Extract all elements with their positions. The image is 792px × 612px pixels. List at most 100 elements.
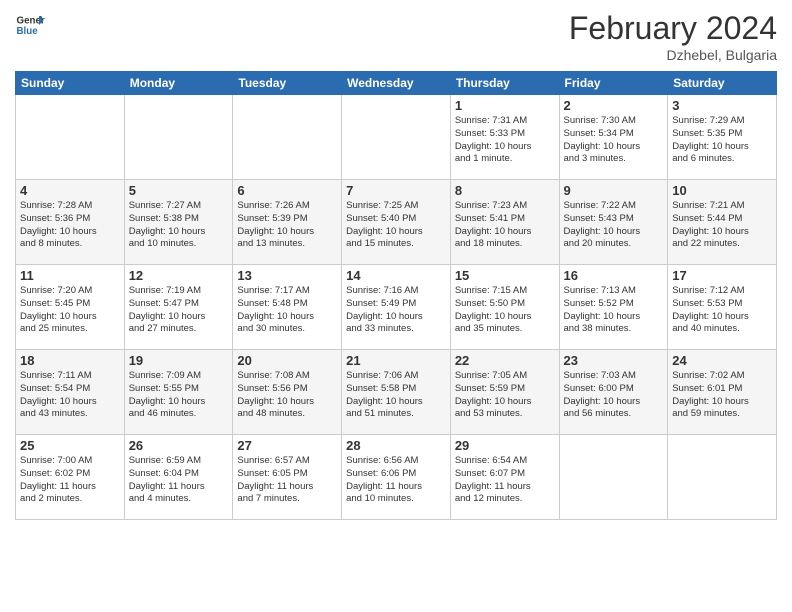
day-number: 28 [346, 438, 446, 453]
day-number: 21 [346, 353, 446, 368]
day-number: 2 [564, 98, 664, 113]
logo: General Blue [15, 10, 45, 40]
col-saturday: Saturday [668, 72, 777, 95]
day-info: Sunrise: 7:03 AM Sunset: 6:00 PM Dayligh… [564, 370, 664, 421]
col-friday: Friday [559, 72, 668, 95]
day-cell: 9 Sunrise: 7:22 AM Sunset: 5:43 PM Daylig… [559, 180, 668, 265]
page-container: General Blue February 2024 Dzhebel, Bulg… [0, 0, 792, 525]
day-info: Sunrise: 7:21 AM Sunset: 5:44 PM Dayligh… [672, 200, 772, 251]
day-cell: 29 Sunrise: 6:54 AM Sunset: 6:07 PM Dayli… [450, 435, 559, 520]
day-info: Sunrise: 7:23 AM Sunset: 5:41 PM Dayligh… [455, 200, 555, 251]
day-number: 26 [129, 438, 229, 453]
col-wednesday: Wednesday [342, 72, 451, 95]
day-cell: 21 Sunrise: 7:06 AM Sunset: 5:58 PM Dayli… [342, 350, 451, 435]
day-info: Sunrise: 7:27 AM Sunset: 5:38 PM Dayligh… [129, 200, 229, 251]
day-info: Sunrise: 7:13 AM Sunset: 5:52 PM Dayligh… [564, 285, 664, 336]
day-cell: 12 Sunrise: 7:19 AM Sunset: 5:47 PM Dayli… [124, 265, 233, 350]
calendar-table: Sunday Monday Tuesday Wednesday Thursday… [15, 71, 777, 520]
day-info: Sunrise: 7:11 AM Sunset: 5:54 PM Dayligh… [20, 370, 120, 421]
day-number: 9 [564, 183, 664, 198]
day-number: 15 [455, 268, 555, 283]
day-info: Sunrise: 7:08 AM Sunset: 5:56 PM Dayligh… [237, 370, 337, 421]
day-info: Sunrise: 7:30 AM Sunset: 5:34 PM Dayligh… [564, 115, 664, 166]
day-number: 13 [237, 268, 337, 283]
day-cell: 11 Sunrise: 7:20 AM Sunset: 5:45 PM Dayli… [16, 265, 125, 350]
day-number: 5 [129, 183, 229, 198]
month-title: February 2024 [569, 10, 777, 47]
day-number: 23 [564, 353, 664, 368]
day-info: Sunrise: 7:28 AM Sunset: 5:36 PM Dayligh… [20, 200, 120, 251]
day-cell [233, 95, 342, 180]
col-thursday: Thursday [450, 72, 559, 95]
day-cell [668, 435, 777, 520]
day-cell: 19 Sunrise: 7:09 AM Sunset: 5:55 PM Dayli… [124, 350, 233, 435]
day-cell: 16 Sunrise: 7:13 AM Sunset: 5:52 PM Dayli… [559, 265, 668, 350]
day-info: Sunrise: 6:56 AM Sunset: 6:06 PM Dayligh… [346, 455, 446, 506]
day-cell: 4 Sunrise: 7:28 AM Sunset: 5:36 PM Daylig… [16, 180, 125, 265]
day-number: 18 [20, 353, 120, 368]
day-info: Sunrise: 7:15 AM Sunset: 5:50 PM Dayligh… [455, 285, 555, 336]
day-info: Sunrise: 7:25 AM Sunset: 5:40 PM Dayligh… [346, 200, 446, 251]
col-tuesday: Tuesday [233, 72, 342, 95]
day-cell: 18 Sunrise: 7:11 AM Sunset: 5:54 PM Dayli… [16, 350, 125, 435]
day-info: Sunrise: 7:16 AM Sunset: 5:49 PM Dayligh… [346, 285, 446, 336]
col-sunday: Sunday [16, 72, 125, 95]
day-number: 16 [564, 268, 664, 283]
day-cell: 2 Sunrise: 7:30 AM Sunset: 5:34 PM Daylig… [559, 95, 668, 180]
day-number: 19 [129, 353, 229, 368]
day-number: 17 [672, 268, 772, 283]
day-number: 3 [672, 98, 772, 113]
day-cell: 23 Sunrise: 7:03 AM Sunset: 6:00 PM Dayli… [559, 350, 668, 435]
day-cell [16, 95, 125, 180]
day-info: Sunrise: 7:09 AM Sunset: 5:55 PM Dayligh… [129, 370, 229, 421]
day-info: Sunrise: 7:26 AM Sunset: 5:39 PM Dayligh… [237, 200, 337, 251]
day-cell: 28 Sunrise: 6:56 AM Sunset: 6:06 PM Dayli… [342, 435, 451, 520]
week-row-5: 25 Sunrise: 7:00 AM Sunset: 6:02 PM Dayli… [16, 435, 777, 520]
day-info: Sunrise: 7:31 AM Sunset: 5:33 PM Dayligh… [455, 115, 555, 166]
day-info: Sunrise: 6:59 AM Sunset: 6:04 PM Dayligh… [129, 455, 229, 506]
day-info: Sunrise: 7:06 AM Sunset: 5:58 PM Dayligh… [346, 370, 446, 421]
day-cell: 15 Sunrise: 7:15 AM Sunset: 5:50 PM Dayli… [450, 265, 559, 350]
day-cell [559, 435, 668, 520]
col-monday: Monday [124, 72, 233, 95]
day-number: 20 [237, 353, 337, 368]
day-info: Sunrise: 7:05 AM Sunset: 5:59 PM Dayligh… [455, 370, 555, 421]
day-cell: 7 Sunrise: 7:25 AM Sunset: 5:40 PM Daylig… [342, 180, 451, 265]
day-number: 1 [455, 98, 555, 113]
day-cell: 20 Sunrise: 7:08 AM Sunset: 5:56 PM Dayli… [233, 350, 342, 435]
day-cell: 26 Sunrise: 6:59 AM Sunset: 6:04 PM Dayli… [124, 435, 233, 520]
day-number: 4 [20, 183, 120, 198]
day-cell: 1 Sunrise: 7:31 AM Sunset: 5:33 PM Daylig… [450, 95, 559, 180]
page-header: General Blue February 2024 Dzhebel, Bulg… [15, 10, 777, 63]
day-cell: 5 Sunrise: 7:27 AM Sunset: 5:38 PM Daylig… [124, 180, 233, 265]
day-number: 7 [346, 183, 446, 198]
day-info: Sunrise: 7:19 AM Sunset: 5:47 PM Dayligh… [129, 285, 229, 336]
day-info: Sunrise: 7:20 AM Sunset: 5:45 PM Dayligh… [20, 285, 120, 336]
day-cell: 13 Sunrise: 7:17 AM Sunset: 5:48 PM Dayli… [233, 265, 342, 350]
day-info: Sunrise: 7:12 AM Sunset: 5:53 PM Dayligh… [672, 285, 772, 336]
day-cell: 8 Sunrise: 7:23 AM Sunset: 5:41 PM Daylig… [450, 180, 559, 265]
day-info: Sunrise: 7:29 AM Sunset: 5:35 PM Dayligh… [672, 115, 772, 166]
day-number: 27 [237, 438, 337, 453]
day-info: Sunrise: 6:54 AM Sunset: 6:07 PM Dayligh… [455, 455, 555, 506]
day-info: Sunrise: 7:00 AM Sunset: 6:02 PM Dayligh… [20, 455, 120, 506]
day-info: Sunrise: 7:02 AM Sunset: 6:01 PM Dayligh… [672, 370, 772, 421]
day-cell: 25 Sunrise: 7:00 AM Sunset: 6:02 PM Dayli… [16, 435, 125, 520]
location-subtitle: Dzhebel, Bulgaria [569, 47, 777, 63]
day-number: 12 [129, 268, 229, 283]
day-cell: 14 Sunrise: 7:16 AM Sunset: 5:49 PM Dayli… [342, 265, 451, 350]
day-cell: 6Sunrise: 7:26 AM Sunset: 5:39 PM Daylig… [233, 180, 342, 265]
day-info: Sunrise: 7:17 AM Sunset: 5:48 PM Dayligh… [237, 285, 337, 336]
day-number: 25 [20, 438, 120, 453]
day-number: 8 [455, 183, 555, 198]
header-row: Sunday Monday Tuesday Wednesday Thursday… [16, 72, 777, 95]
day-cell: 17 Sunrise: 7:12 AM Sunset: 5:53 PM Dayli… [668, 265, 777, 350]
day-cell [124, 95, 233, 180]
day-number: 24 [672, 353, 772, 368]
day-number: 14 [346, 268, 446, 283]
day-number: 29 [455, 438, 555, 453]
day-info: Sunrise: 7:22 AM Sunset: 5:43 PM Dayligh… [564, 200, 664, 251]
day-number: 11 [20, 268, 120, 283]
day-cell: 22Sunrise: 7:05 AM Sunset: 5:59 PM Dayli… [450, 350, 559, 435]
week-row-1: 1 Sunrise: 7:31 AM Sunset: 5:33 PM Daylig… [16, 95, 777, 180]
